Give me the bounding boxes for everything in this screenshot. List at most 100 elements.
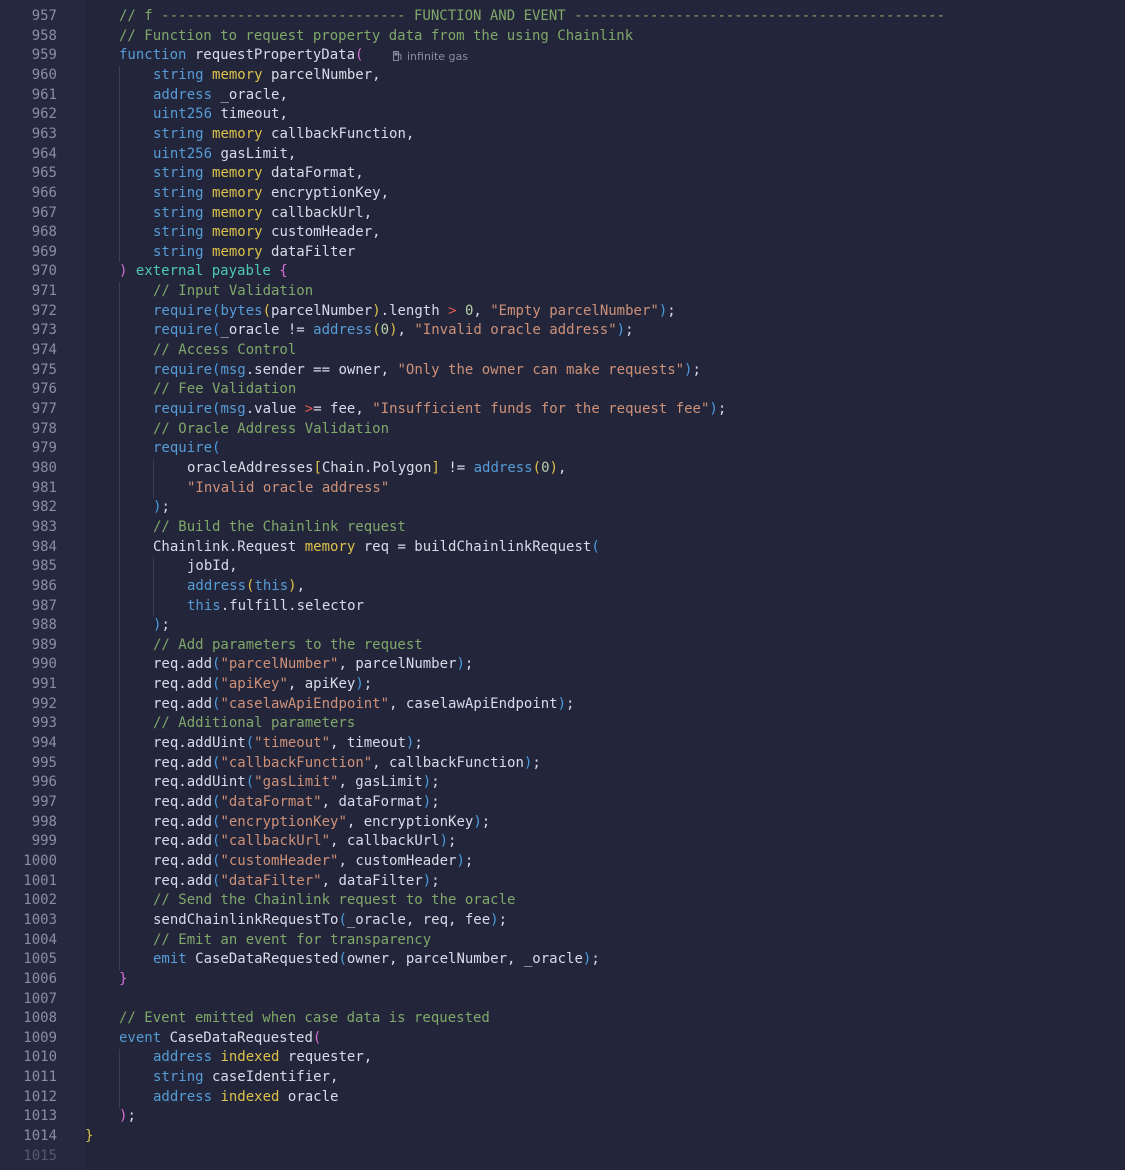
code-token: "apiKey" <box>220 676 288 693</box>
code-text: address indexed oracle <box>153 1088 338 1108</box>
code-line[interactable]: 1009 event CaseDataRequested( <box>23 1029 1125 1049</box>
code-line[interactable]: 1005 emit CaseDataRequested(owner, parcel… <box>23 950 1125 970</box>
code-text: ); <box>153 616 170 636</box>
code-line[interactable]: 963 string memory callbackFunction, <box>32 125 1125 145</box>
code-text: req.add("caselawApiEndpoint", caselawApi… <box>153 695 574 715</box>
code-token: ) <box>372 302 381 319</box>
code-token: , timeout <box>330 735 406 752</box>
code-text: string caseIdentifier, <box>153 1068 338 1088</box>
code-line[interactable]: 1006} <box>23 970 1125 990</box>
code-line[interactable]: 998 req.add("encryptionKey", encryptionKe… <box>32 813 1125 833</box>
code-line[interactable]: 995 req.add("callbackFunction", callbackF… <box>32 754 1125 774</box>
code-token: memory <box>212 184 263 201</box>
code-token: CaseDataRequested <box>186 951 339 968</box>
code-line[interactable]: 957 // f ----------------------------- FU… <box>32 7 1125 27</box>
code-line[interactable]: 970) external payable { <box>32 262 1125 282</box>
line-number: 969 <box>31 243 57 260</box>
code-token: ] <box>431 459 440 476</box>
code-token: Chainlink.Request <box>153 538 305 555</box>
code-line[interactable]: 1003 sendChainlinkRequestTo(_oracle, req,… <box>23 911 1125 931</box>
code-line[interactable]: 1007 <box>23 990 1125 1010</box>
code-text: // Fee Validation <box>153 380 296 400</box>
code-token: , gasLimit <box>338 774 423 791</box>
code-line[interactable]: 1015 <box>23 1147 1125 1167</box>
code-line[interactable]: 959 function requestPropertyData(infinite… <box>32 46 1125 67</box>
code-editor[interactable]: 957 // f ----------------------------- FU… <box>0 0 1125 1170</box>
code-line[interactable]: 990 req.add("parcelNumber", parcelNumber)… <box>32 655 1125 675</box>
code-line[interactable]: 987 this.fulfill.selector <box>32 597 1125 617</box>
code-line[interactable]: 965 string memory dataFormat, <box>32 164 1125 184</box>
code-token: ; <box>464 656 474 673</box>
code-line[interactable]: 988); <box>32 616 1125 636</box>
code-line[interactable]: 1000 req.add("customHeader", customHeader… <box>23 852 1125 872</box>
code-line[interactable]: 967 string memory callbackUrl, <box>32 204 1125 224</box>
gas-estimate-codelens[interactable]: infinite gas <box>393 47 468 67</box>
code-token: ) <box>490 911 499 928</box>
code-line[interactable]: 996 req.addUint("gasLimit", gasLimit); <box>32 773 1125 793</box>
code-line[interactable]: 994 req.addUint("timeout", timeout); <box>32 734 1125 754</box>
code-line[interactable]: 1002 // Send the Chainlink request to the… <box>23 891 1125 911</box>
code-line[interactable]: 972 require(bytes(parcelNumber).length > … <box>32 302 1125 322</box>
code-text: string memory parcelNumber, <box>153 66 381 86</box>
code-token: bytes <box>220 302 263 319</box>
code-line[interactable]: 997 req.add("dataFormat", dataFormat); <box>32 793 1125 813</box>
code-token: ( <box>591 538 600 555</box>
code-token: uint256 <box>153 145 213 162</box>
code-line[interactable]: 985 jobId, <box>32 557 1125 577</box>
code-line[interactable]: 975 require(msg.sender == owner, "Only th… <box>32 361 1125 381</box>
code-line[interactable]: 993 // Additional parameters <box>32 714 1125 734</box>
code-token: "Invalid oracle address" <box>414 322 617 339</box>
code-token: // Add parameters to the request <box>153 636 423 653</box>
code-line[interactable]: 1010 address indexed requester, <box>23 1048 1125 1068</box>
code-line[interactable]: 999 req.add("callbackUrl", callbackUrl); <box>32 832 1125 852</box>
code-token: memory <box>212 204 263 221</box>
code-line[interactable]: 1012 address indexed oracle <box>23 1088 1125 1108</box>
code-token: dataFilter <box>262 243 356 260</box>
code-line[interactable]: 1001 req.add("dataFilter", dataFilter); <box>23 872 1125 892</box>
line-number: 957 <box>31 8 57 24</box>
code-line[interactable]: 986 address(this), <box>32 577 1125 597</box>
code-line[interactable]: 989 // Add parameters to the request <box>32 636 1125 656</box>
code-line[interactable]: 973 require(_oracle != address(0), "Inval… <box>32 321 1125 341</box>
code-line[interactable]: 992 req.add("caselawApiEndpoint", caselaw… <box>32 695 1125 715</box>
code-line[interactable]: 968 string memory customHeader, <box>32 223 1125 243</box>
code-line[interactable]: 991 req.add("apiKey", apiKey); <box>32 675 1125 695</box>
code-token: _oracle, <box>212 86 288 103</box>
code-token: req.add <box>153 754 213 771</box>
code-line[interactable]: 978 // Oracle Address Validation <box>32 420 1125 440</box>
code-line[interactable]: 983 // Build the Chainlink request <box>32 518 1125 538</box>
code-line[interactable]: 976 // Fee Validation <box>32 380 1125 400</box>
code-line[interactable]: 966 string memory encryptionKey, <box>32 184 1125 204</box>
code-token: > <box>448 302 457 319</box>
code-token: ) <box>557 695 567 712</box>
code-area[interactable]: 957 // f ----------------------------- FU… <box>23 0 1125 1170</box>
code-line[interactable]: 980 oracleAddresses[Chain.Polygon] != add… <box>32 459 1125 479</box>
code-line[interactable]: 1013); <box>23 1107 1125 1127</box>
code-line[interactable]: 1011 string caseIdentifier, <box>23 1068 1125 1088</box>
code-line[interactable]: 977 require(msg.value >= fee, "Insufficie… <box>32 400 1125 420</box>
code-line[interactable]: 1008 // Event emitted when case data is r… <box>23 1009 1125 1029</box>
code-line[interactable]: 958 // Function to request property data … <box>32 27 1125 47</box>
code-line[interactable]: 964 uint256 gasLimit, <box>32 145 1125 165</box>
code-line[interactable]: 982); <box>32 498 1125 518</box>
code-line[interactable]: 1004 // Emit an event for transparency <box>23 931 1125 951</box>
code-line[interactable]: 971 // Input Validation <box>32 282 1125 302</box>
code-line[interactable]: 974 // Access Control <box>32 341 1125 361</box>
line-number: 994 <box>31 735 57 752</box>
code-line[interactable]: 1014} <box>23 1127 1125 1147</box>
code-token: // Event emitted when case data is reque… <box>119 1010 490 1027</box>
code-line[interactable]: 984 Chainlink.Request memory req = buildC… <box>32 538 1125 558</box>
code-token: , caselawApiEndpoint <box>389 695 558 712</box>
code-line[interactable]: 960 string memory parcelNumber, <box>32 66 1125 86</box>
code-line[interactable]: 981 "Invalid oracle address" <box>32 479 1125 499</box>
code-text: ); <box>153 498 170 518</box>
code-line[interactable]: 961 address _oracle, <box>32 86 1125 106</box>
code-token: } <box>85 1128 94 1145</box>
code-line[interactable]: 969 string memory dataFilter <box>32 243 1125 263</box>
code-token: "Insufficient funds for the request fee" <box>372 401 710 417</box>
code-line[interactable]: 979 require( <box>32 439 1125 459</box>
code-token: string <box>153 204 204 221</box>
code-token: require <box>153 322 213 339</box>
code-line[interactable]: 962 uint256 timeout, <box>32 105 1125 125</box>
